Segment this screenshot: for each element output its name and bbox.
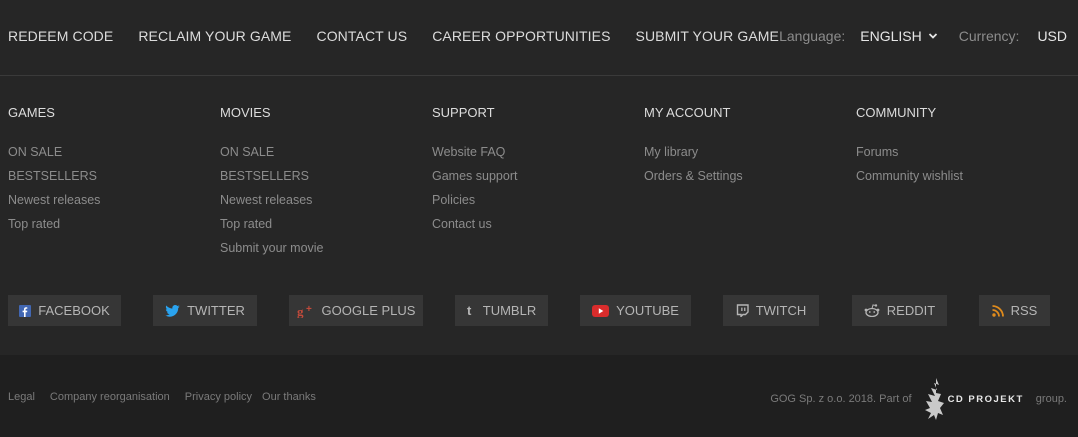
support-links: Website FAQ Games support Policies Conta… — [432, 144, 632, 240]
forums-link[interactable]: Forums — [856, 144, 1056, 168]
my-account-heading: MY ACCOUNT — [644, 105, 731, 120]
redeem-code-link[interactable]: REDEEM CODE — [8, 28, 113, 44]
language-label: Language: — [779, 28, 846, 44]
top-links: REDEEM CODE RECLAIM YOUR GAME CONTACT US… — [8, 28, 804, 44]
twitter-label: TWITTER — [187, 303, 245, 318]
bottom-bar: Legal Company reorganisation Privacy pol… — [0, 355, 1078, 437]
games-links: ON SALE BESTSELLERS Newest releases Top … — [8, 144, 208, 240]
chevron-down-icon — [928, 33, 937, 39]
rss-icon — [991, 304, 1004, 317]
games-heading: GAMES — [8, 105, 55, 120]
currency-selector[interactable]: USD — [1037, 28, 1067, 44]
games-top-rated-link[interactable]: Top rated — [8, 216, 208, 240]
google-plus-label: GOOGLE PLUS — [321, 303, 416, 318]
submit-movie-link[interactable]: Submit your movie — [220, 240, 420, 264]
copyright: GOG Sp. z o.o. 2018. Part of CD PROJEKT … — [770, 375, 1067, 423]
games-bestsellers-link[interactable]: BESTSELLERS — [8, 168, 208, 192]
rss-label: RSS — [1010, 303, 1038, 318]
twitch-icon — [736, 304, 749, 317]
tumblr-label: TUMBLR — [482, 303, 537, 318]
community-column: COMMUNITY Forums Community wishlist — [856, 105, 1056, 192]
top-bar: REDEEM CODE RECLAIM YOUR GAME CONTACT US… — [0, 0, 1078, 76]
reddit-button[interactable]: REDDIT — [852, 295, 947, 326]
facebook-button[interactable]: FACEBOOK — [8, 295, 121, 326]
youtube-button[interactable]: YOUTUBE — [580, 295, 691, 326]
tumblr-button[interactable]: t TUMBLR — [455, 295, 548, 326]
cd-projekt-logo[interactable]: CD PROJEKT — [922, 375, 1024, 423]
reddit-label: REDDIT — [886, 303, 936, 318]
youtube-icon — [592, 304, 610, 317]
our-thanks-link[interactable]: Our thanks — [262, 391, 316, 403]
games-on-sale-link[interactable]: ON SALE — [8, 144, 208, 168]
my-account-column: MY ACCOUNT My library Orders & Settings — [644, 105, 844, 192]
rss-button[interactable]: RSS — [979, 295, 1050, 326]
orders-settings-link[interactable]: Orders & Settings — [644, 168, 844, 192]
my-library-link[interactable]: My library — [644, 144, 844, 168]
cd-projekt-dragon-icon — [924, 378, 944, 420]
contact-us-link[interactable]: CONTACT US — [316, 28, 407, 44]
social-buttons: FACEBOOK TWITTER g + GOOGLE PLUS t TUMBL… — [0, 295, 1078, 326]
twitter-icon — [165, 304, 180, 317]
language-dropdown[interactable]: ENGLISH — [860, 28, 937, 44]
movies-on-sale-link[interactable]: ON SALE — [220, 144, 420, 168]
currency-label: Currency: — [958, 28, 1020, 44]
google-plus-button[interactable]: g + GOOGLE PLUS — [289, 295, 423, 326]
games-support-link[interactable]: Games support — [432, 168, 632, 192]
tumblr-icon: t — [467, 304, 472, 317]
facebook-label: FACEBOOK — [38, 303, 110, 318]
legal-link[interactable]: Legal — [8, 391, 35, 403]
policies-link[interactable]: Policies — [432, 192, 632, 216]
facebook-icon — [19, 304, 32, 317]
reclaim-game-link[interactable]: RECLAIM YOUR GAME — [138, 28, 291, 44]
my-account-links: My library Orders & Settings — [644, 144, 844, 192]
svg-text:t: t — [467, 304, 472, 317]
cd-projekt-text: CD PROJEKT — [947, 393, 1024, 405]
privacy-policy-link[interactable]: Privacy policy — [185, 391, 252, 403]
movies-links: ON SALE BESTSELLERS Newest releases Top … — [220, 144, 420, 264]
twitch-label: TWITCH — [755, 303, 807, 318]
reddit-icon — [864, 304, 880, 317]
career-opportunities-link[interactable]: CAREER OPPORTUNITIES — [432, 28, 610, 44]
games-column: GAMES ON SALE BESTSELLERS Newest release… — [8, 105, 208, 240]
games-newest-releases-link[interactable]: Newest releases — [8, 192, 208, 216]
movies-bestsellers-link[interactable]: BESTSELLERS — [220, 168, 420, 192]
support-column: SUPPORT Website FAQ Games support Polici… — [432, 105, 632, 240]
support-contact-link[interactable]: Contact us — [432, 216, 632, 240]
copyright-text: GOG Sp. z o.o. 2018. Part of — [770, 393, 912, 405]
google-plus-icon: g + — [297, 304, 312, 318]
movies-newest-releases-link[interactable]: Newest releases — [220, 192, 420, 216]
locale-settings: Language: ENGLISH Currency: USD — [779, 28, 1067, 44]
copyright-suffix: group. — [1035, 393, 1067, 405]
company-reorganisation-link[interactable]: Company reorganisation — [50, 391, 170, 403]
twitter-button[interactable]: TWITTER — [153, 295, 257, 326]
svg-text:+: + — [306, 304, 312, 315]
community-heading: COMMUNITY — [856, 105, 937, 120]
movies-column: MOVIES ON SALE BESTSELLERS Newest releas… — [220, 105, 420, 264]
movies-top-rated-link[interactable]: Top rated — [220, 216, 420, 240]
legal-links: Legal Company reorganisation Privacy pol… — [8, 391, 331, 403]
svg-text:g: g — [297, 304, 304, 318]
community-wishlist-link[interactable]: Community wishlist — [856, 168, 1056, 192]
twitch-button[interactable]: TWITCH — [723, 295, 819, 326]
movies-heading: MOVIES — [220, 105, 271, 120]
submit-game-link[interactable]: SUBMIT YOUR GAME — [636, 28, 779, 44]
youtube-label: YOUTUBE — [616, 303, 679, 318]
support-heading: SUPPORT — [432, 105, 495, 120]
community-links: Forums Community wishlist — [856, 144, 1056, 192]
website-faq-link[interactable]: Website FAQ — [432, 144, 632, 168]
language-value: ENGLISH — [860, 28, 922, 44]
